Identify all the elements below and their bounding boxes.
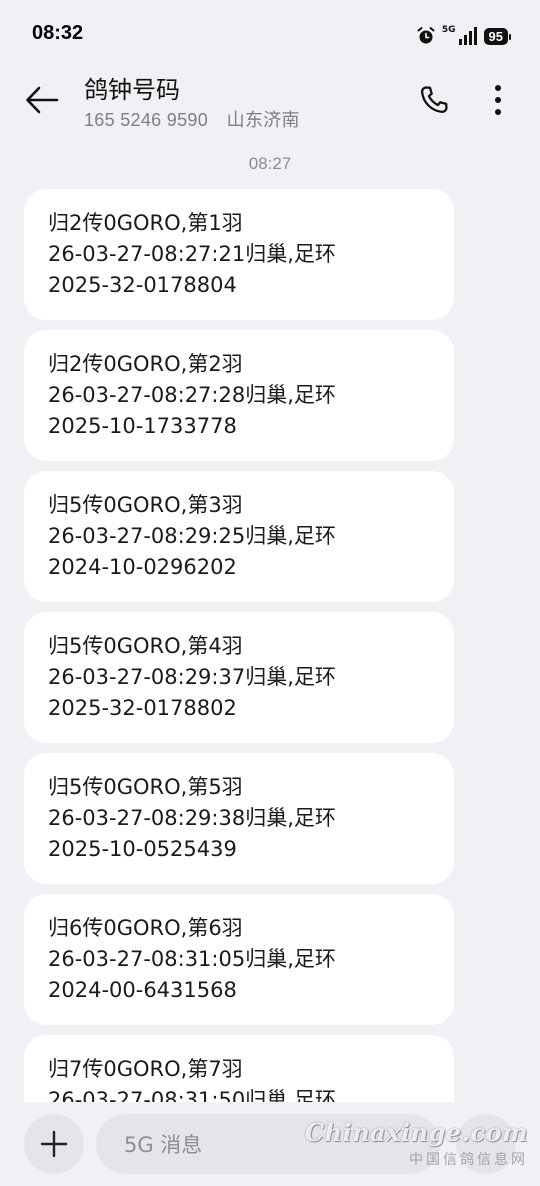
- message-line: 2025-32-0178804: [48, 273, 237, 297]
- contact-location: 山东济南: [226, 110, 300, 130]
- signal-icon: [458, 27, 477, 45]
- call-button[interactable]: [412, 78, 456, 122]
- plus-icon: [40, 1130, 68, 1158]
- message-bubble[interactable]: 归2传0GORO,第1羽 26-03-27-08:27:21归巢,足环 2025…: [24, 189, 454, 320]
- message-bubble[interactable]: 归2传0GORO,第2羽 26-03-27-08:27:28归巢,足环 2025…: [24, 330, 454, 461]
- contact-number: 165 5246 9590: [84, 110, 209, 130]
- message-bubble[interactable]: 归5传0GORO,第5羽 26-03-27-08:29:38归巢,足环 2025…: [24, 753, 454, 884]
- message-line: 归5传0GORO,第3羽: [48, 493, 243, 517]
- message-line: 2025-10-0525439: [48, 837, 237, 861]
- message-list: 归2传0GORO,第1羽 26-03-27-08:27:21归巢,足环 2025…: [24, 189, 454, 1176]
- send-button[interactable]: [456, 1114, 516, 1174]
- message-line: 归6传0GORO,第6羽: [48, 916, 243, 940]
- message-line: 归7传0GORO,第7羽: [48, 1057, 243, 1081]
- message-line: 归5传0GORO,第5羽: [48, 775, 243, 799]
- contact-subtitle: 165 5246 9590 山东济南: [84, 106, 300, 132]
- status-time: 08:32: [32, 22, 84, 44]
- status-bar: 08:32 5G 95: [0, 0, 540, 70]
- add-attachment-button[interactable]: [24, 1114, 84, 1174]
- message-line: 26-03-27-08:27:21归巢,足环: [48, 242, 336, 266]
- more-options-button[interactable]: [478, 78, 518, 122]
- message-line: 归2传0GORO,第2羽: [48, 352, 243, 376]
- message-line: 归2传0GORO,第1羽: [48, 211, 243, 235]
- more-vertical-icon: [495, 85, 501, 115]
- message-line: 26-03-27-08:29:38归巢,足环: [48, 806, 336, 830]
- message-line: 2024-00-6431568: [48, 978, 237, 1002]
- message-timestamp: 08:27: [248, 154, 292, 173]
- message-bubble[interactable]: 归5传0GORO,第4羽 26-03-27-08:29:37归巢,足环 2025…: [24, 612, 454, 743]
- battery-icon: 95: [483, 27, 512, 45]
- back-button[interactable]: [22, 80, 62, 120]
- alarm-icon: [417, 27, 435, 44]
- message-line: 26-03-27-08:29:25归巢,足环: [48, 524, 336, 548]
- message-line: 26-03-27-08:29:37归巢,足环: [48, 665, 336, 689]
- message-bubble[interactable]: 归5传0GORO,第3羽 26-03-27-08:29:25归巢,足环 2024…: [24, 471, 454, 602]
- message-bubble[interactable]: 归6传0GORO,第6羽 26-03-27-08:31:05归巢,足环 2024…: [24, 894, 454, 1025]
- message-input[interactable]: 5G 消息: [96, 1114, 440, 1174]
- message-line: 归5传0GORO,第4羽: [48, 634, 243, 658]
- message-line: 2025-32-0178802: [48, 696, 237, 720]
- message-line: 2025-10-1733778: [48, 414, 237, 438]
- message-line: 2024-10-0296202: [48, 555, 237, 579]
- contact-name: 鸽钟号码: [84, 76, 180, 104]
- network-label: 5G: [441, 25, 456, 35]
- conversation-header: 鸽钟号码 165 5246 9590 山东济南: [0, 70, 540, 142]
- message-line: 26-03-27-08:27:28归巢,足环: [48, 383, 336, 407]
- phone-icon: [420, 86, 448, 114]
- message-line: 26-03-27-08:31:05归巢,足环: [48, 947, 336, 971]
- back-arrow-icon: [26, 86, 59, 114]
- status-icons: 5G 95: [416, 24, 512, 48]
- message-input-placeholder: 5G 消息: [124, 1133, 203, 1157]
- compose-bar: 5G 消息: [0, 1102, 540, 1186]
